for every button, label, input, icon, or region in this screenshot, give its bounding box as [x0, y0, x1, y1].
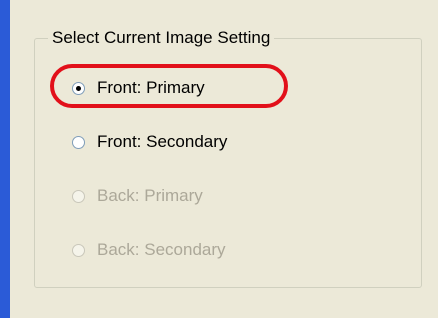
radio-button-disabled — [72, 189, 85, 203]
radio-back-primary: Back: Primary — [72, 182, 203, 210]
radio-front-secondary[interactable]: Front: Secondary — [72, 128, 227, 156]
radio-back-secondary: Back: Secondary — [72, 236, 226, 264]
groupbox-title: Select Current Image Setting — [48, 24, 275, 52]
radio-button[interactable] — [72, 135, 85, 149]
radio-button-checked[interactable] — [72, 81, 85, 95]
radio-label-back-primary: Back: Primary — [97, 186, 203, 205]
radio-front-primary[interactable]: Front: Primary — [72, 74, 205, 102]
radio-label-front-primary: Front: Primary — [97, 78, 205, 97]
image-setting-panel: Select Current Image Setting Front: Prim… — [10, 0, 438, 318]
radio-button-disabled — [72, 243, 85, 257]
radio-label-front-secondary: Front: Secondary — [97, 132, 228, 151]
window-edge-accent — [0, 0, 10, 318]
radio-label-back-secondary: Back: Secondary — [97, 240, 226, 259]
